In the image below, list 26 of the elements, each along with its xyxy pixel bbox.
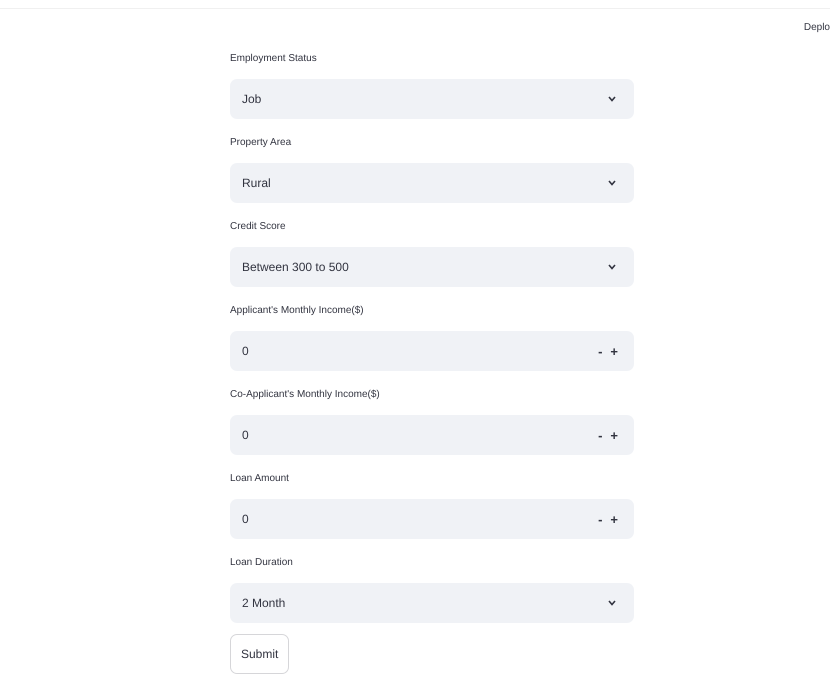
dropdown[interactable]: Job bbox=[230, 79, 634, 119]
field-label: Loan Amount bbox=[230, 472, 290, 486]
dropdown[interactable]: Between 300 to 500 bbox=[230, 247, 634, 287]
chevron-down-icon bbox=[608, 180, 616, 186]
chevron-down-icon bbox=[608, 264, 616, 270]
field-label: Employment Status bbox=[230, 52, 318, 66]
dropdown[interactable]: Rural bbox=[230, 163, 634, 203]
field-label: Applicant's Monthly Income($) bbox=[230, 304, 365, 318]
dropdown[interactable]: 2 Month bbox=[230, 583, 634, 623]
decrement-button[interactable]: - bbox=[594, 512, 606, 526]
field-label: Credit Score bbox=[230, 220, 287, 234]
increment-button[interactable]: + bbox=[606, 428, 622, 442]
field-label: Loan Duration bbox=[230, 556, 294, 570]
submit-button[interactable]: Submit bbox=[230, 634, 290, 674]
increment-button[interactable]: + bbox=[606, 344, 622, 358]
chevron-down-icon bbox=[608, 96, 616, 102]
number-input[interactable]: 0 - + bbox=[230, 331, 634, 371]
increment-button[interactable]: + bbox=[606, 512, 622, 526]
number-input[interactable]: 0 - + bbox=[230, 415, 634, 455]
deploy-link[interactable]: Deplo bbox=[804, 22, 830, 33]
decrement-button[interactable]: - bbox=[594, 344, 606, 358]
number-input[interactable]: 0 - + bbox=[230, 499, 634, 539]
decrement-button[interactable]: - bbox=[594, 428, 606, 442]
field-label: Property Area bbox=[230, 136, 292, 150]
field-label: Co-Applicant's Monthly Income($) bbox=[230, 388, 381, 402]
chevron-down-icon bbox=[608, 600, 616, 606]
